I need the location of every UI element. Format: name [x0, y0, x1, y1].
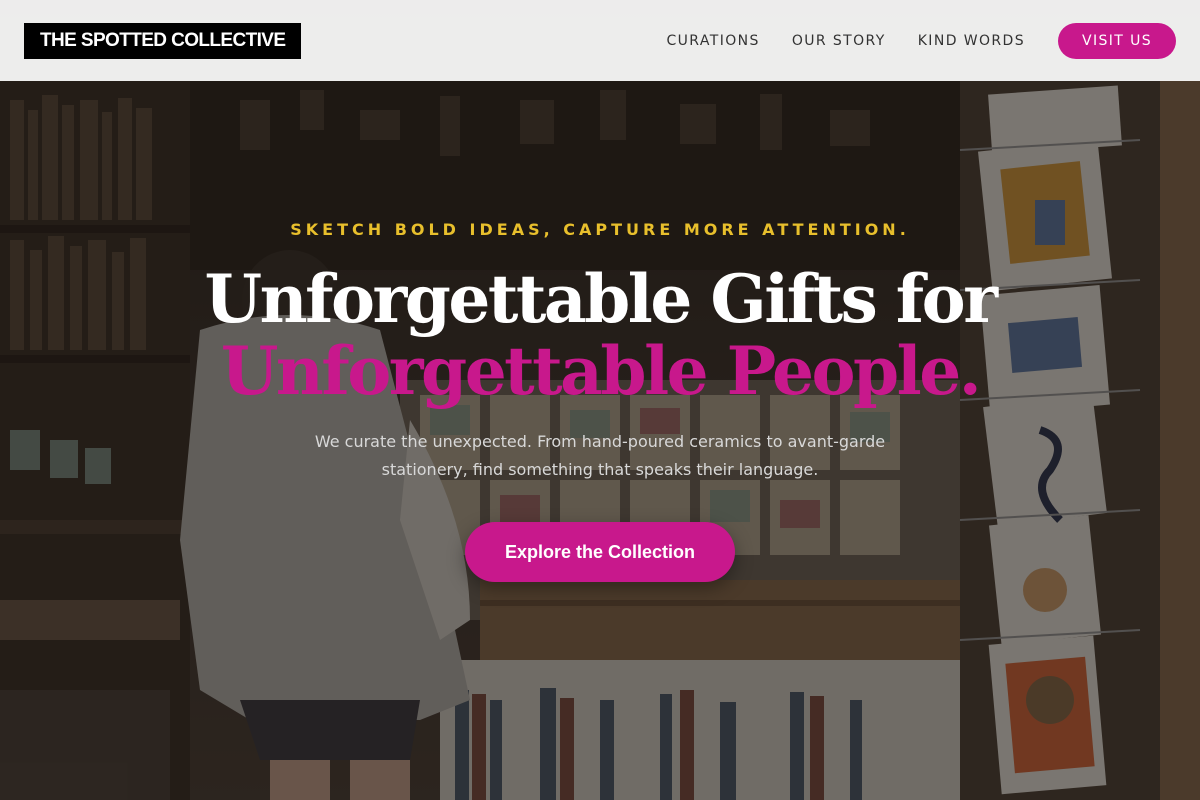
- nav-link-kind-words[interactable]: KIND WORDS: [918, 33, 1025, 49]
- hero-headline-line1: Unforgettable Gifts for: [204, 260, 998, 338]
- nav-link-our-story[interactable]: OUR STORY: [792, 33, 886, 49]
- nav-link-curations[interactable]: CURATIONS: [666, 33, 759, 49]
- hero-tagline: SKETCH BOLD IDEAS, CAPTURE MORE ATTENTIO…: [290, 220, 910, 239]
- top-navigation-bar: THE SPOTTED COLLECTIVE CURATIONS OUR STO…: [0, 0, 1200, 81]
- hero-section: SKETCH BOLD IDEAS, CAPTURE MORE ATTENTIO…: [0, 0, 1200, 800]
- explore-collection-button[interactable]: Explore the Collection: [465, 522, 735, 582]
- visit-us-button[interactable]: VISIT US: [1058, 22, 1176, 59]
- hero-headline-line2: Unforgettable People.: [220, 332, 982, 410]
- brand-logo[interactable]: THE SPOTTED COLLECTIVE: [24, 22, 302, 59]
- hero-subtext: We curate the unexpected. From hand-pour…: [314, 432, 886, 479]
- nav-links: CURATIONS OUR STORY KIND WORDS VISIT US: [666, 22, 1176, 59]
